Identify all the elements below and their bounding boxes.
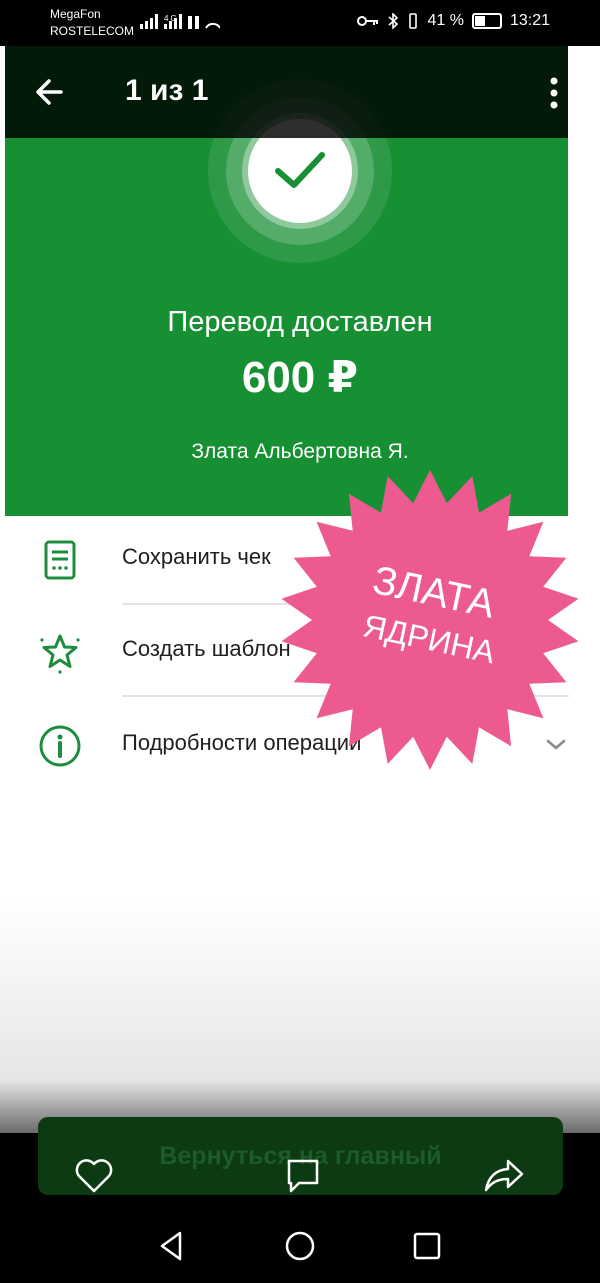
nav-home-icon[interactable] bbox=[282, 1228, 318, 1264]
action-label: Создать шаблон bbox=[122, 636, 291, 661]
carrier-1: MegaFon bbox=[50, 7, 101, 21]
nav-back-icon[interactable] bbox=[153, 1228, 189, 1264]
star-icon bbox=[40, 634, 80, 674]
back-arrow-icon[interactable] bbox=[31, 72, 71, 112]
seal-stamp: ЗЛАТА ЯДРИНА bbox=[281, 470, 579, 770]
top-toolbar: 1 из 1 bbox=[5, 46, 568, 138]
status-bar: MegaFon ROSTELECOM 4G 41 % 13:21 bbox=[0, 0, 600, 46]
battery-icon bbox=[471, 13, 502, 29]
page-counter: 1 из 1 bbox=[125, 74, 209, 107]
more-options-icon[interactable] bbox=[548, 76, 560, 112]
bottom-fade bbox=[0, 900, 600, 1140]
system-nav-bar bbox=[0, 1210, 600, 1283]
bluetooth-icon bbox=[388, 13, 399, 29]
battery-text: 41 % bbox=[427, 12, 464, 29]
amount: 600 ₽ bbox=[241, 353, 359, 402]
gallery-action-bar bbox=[0, 1145, 600, 1205]
clock: 13:21 bbox=[509, 12, 550, 29]
status-title: Перевод доставлен bbox=[167, 306, 433, 338]
signal-icon: 4G bbox=[140, 14, 221, 29]
key-icon bbox=[357, 16, 379, 26]
nav-recents-icon[interactable] bbox=[409, 1228, 445, 1264]
action-label: Сохранить чек bbox=[122, 544, 271, 569]
comment-icon[interactable] bbox=[281, 1153, 325, 1197]
signal-icons: 4G bbox=[140, 12, 221, 33]
status-right: 41 % 13:21 bbox=[357, 12, 550, 30]
carrier-names: MegaFon ROSTELECOM bbox=[50, 6, 134, 40]
receipt-icon bbox=[44, 540, 76, 580]
vibrate-icon bbox=[409, 13, 418, 29]
heart-icon[interactable] bbox=[72, 1153, 116, 1197]
carrier-2: ROSTELECOM bbox=[50, 24, 135, 38]
info-icon bbox=[39, 725, 81, 767]
share-icon[interactable] bbox=[482, 1153, 526, 1197]
